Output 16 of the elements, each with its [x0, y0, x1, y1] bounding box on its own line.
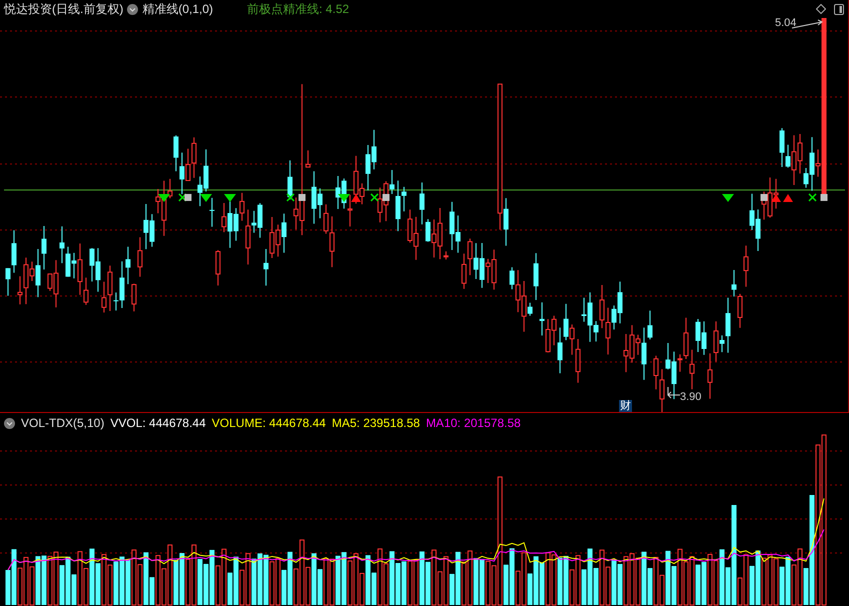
volume-value: VVOL: 444678.44: [110, 415, 206, 432]
indicator-name: 精准线(0,1,0): [142, 1, 214, 18]
volume-value: MA5: 239518.58: [332, 415, 420, 432]
chart-title: 悦达投资(日线.前复权): [4, 1, 124, 18]
high-price-label: 5.04: [775, 16, 796, 31]
volume-value: MA10: 201578.58: [426, 415, 521, 432]
finance-badge[interactable]: 财: [619, 400, 632, 412]
low-price-label: 3.90: [680, 390, 702, 405]
dropdown-icon[interactable]: [4, 418, 15, 428]
line-value: 前极点精准线: 4.52: [247, 1, 350, 18]
dropdown-icon[interactable]: [127, 4, 138, 14]
volume-value: VOLUME: 444678.44: [212, 415, 326, 432]
panel-toggle-icon[interactable]: [834, 4, 844, 14]
diamond-icon[interactable]: [816, 4, 826, 14]
volume-indicator-name: VOL-TDX(5,10): [21, 415, 104, 432]
low-pointer-icon: [667, 386, 680, 398]
